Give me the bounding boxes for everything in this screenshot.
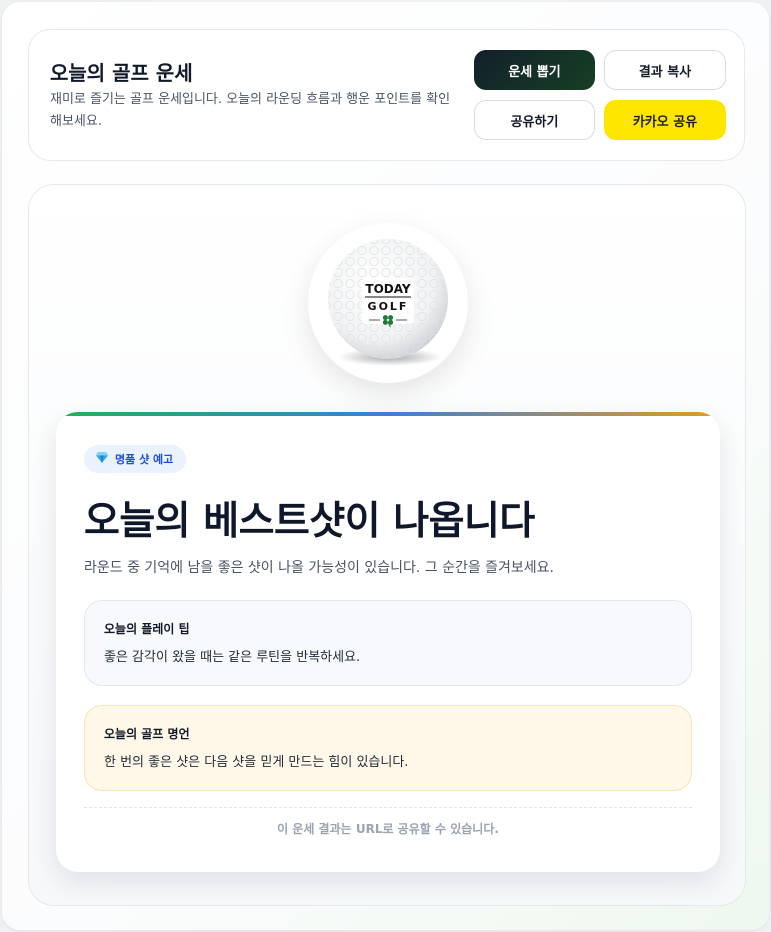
- fortune-card: TODAY GOLF 명품 샷 예고 오늘의 베스트샷이 나옵니다 라운드 중 …: [28, 184, 746, 906]
- page-title: 오늘의 골프 운세: [50, 61, 193, 85]
- ball-text-line2: GOLF: [368, 300, 409, 313]
- golf-quote-box: 오늘의 골프 명언 한 번의 좋은 샷은 다음 샷을 믿게 만드는 힘이 있습니…: [84, 705, 692, 791]
- result-title: 오늘의 베스트샷이 나옵니다: [84, 499, 535, 544]
- gem-icon: [96, 452, 108, 466]
- gradient-accent-bar: [56, 412, 720, 416]
- play-tip-label: 오늘의 플레이 팁: [104, 622, 190, 636]
- share-button[interactable]: 공유하기: [474, 100, 595, 140]
- golf-ball-icon: TODAY GOLF: [328, 239, 448, 366]
- result-description: 라운드 중 기억에 남을 좋은 샷이 나올 가능성이 있습니다. 그 순간을 즐…: [84, 560, 555, 576]
- play-tip-box: 오늘의 플레이 팁 좋은 감각이 왔을 때는 같은 루틴을 반복하세요.: [84, 600, 692, 686]
- result-card: 명품 샷 예고 오늘의 베스트샷이 나옵니다 라운드 중 기억에 남을 좋은 샷…: [56, 412, 720, 872]
- golf-quote-text: 한 번의 좋은 샷은 다음 샷을 믿게 만드는 힘이 있습니다.: [104, 755, 409, 770]
- badge-label: 명품 샷 예고: [115, 453, 174, 466]
- copy-result-button[interactable]: 결과 복사: [604, 50, 726, 90]
- play-tip-text: 좋은 감각이 왔을 때는 같은 루틴을 반복하세요.: [104, 650, 361, 665]
- app-window: 오늘의 골프 운세 재미로 즐기는 골프 운세입니다. 오늘의 라운딩 흐름과 …: [2, 2, 769, 930]
- golf-ball-illustration: TODAY GOLF: [308, 223, 468, 383]
- page-subtitle: 재미로 즐기는 골프 운세입니다. 오늘의 라운딩 흐름과 행운 포인트를 확인…: [50, 92, 451, 129]
- header-card: 오늘의 골프 운세 재미로 즐기는 골프 운세입니다. 오늘의 라운딩 흐름과 …: [28, 29, 745, 161]
- result-badge: 명품 샷 예고: [84, 445, 187, 473]
- golf-quote-label: 오늘의 골프 명언: [104, 727, 190, 741]
- ball-text-line1: TODAY: [365, 282, 410, 296]
- divider: [84, 807, 692, 808]
- share-note: 이 운세 결과는 URL로 공유할 수 있습니다.: [277, 822, 499, 836]
- draw-fortune-button[interactable]: 운세 뽑기: [474, 50, 595, 90]
- kakao-share-button[interactable]: 카카오 공유: [604, 100, 726, 140]
